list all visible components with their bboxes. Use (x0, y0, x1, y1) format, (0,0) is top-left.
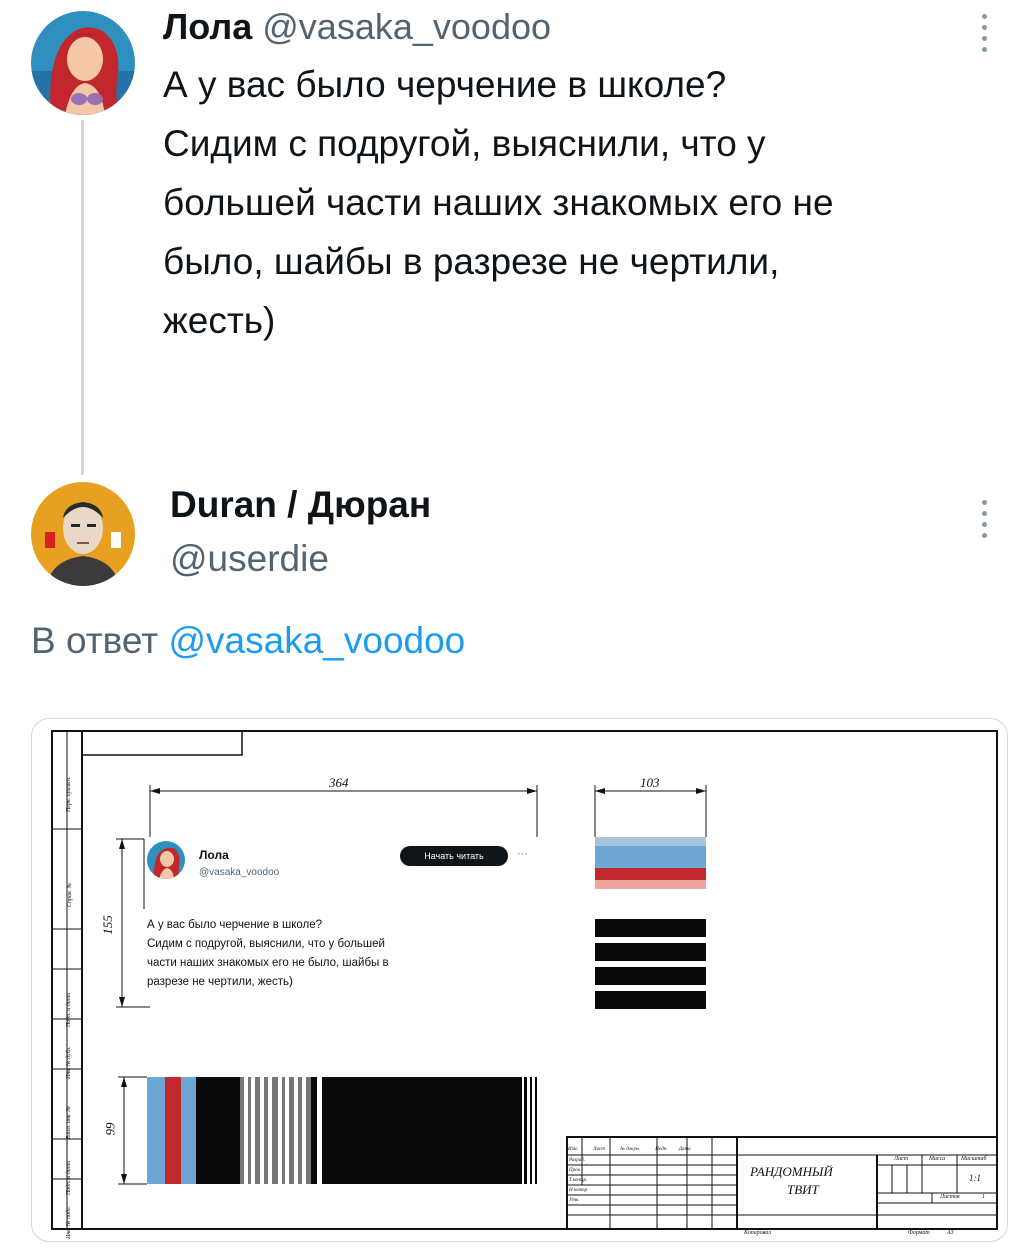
revision-row-labels: Изм. Лист № докум. Подп. Дата (568, 1147, 691, 1152)
tweet1-header: Лола @vasaka_voodoo (163, 4, 551, 50)
reply-to-line: В ответ @vasaka_voodoo (31, 620, 465, 662)
reply-mention-link[interactable]: @vasaka_voodoo (169, 620, 466, 661)
dimension-width-label: 364 (329, 775, 349, 790)
tweet1-line: жесть) (163, 300, 276, 341)
format-label: Формат (908, 1230, 930, 1236)
dimension-flag-width-label: 103 (640, 775, 660, 790)
mini-author-name: Лола (199, 848, 229, 862)
avatar-lola[interactable] (31, 11, 135, 115)
mini-avatar-lola (147, 841, 185, 879)
stamp-row: Т.контр. (569, 1178, 588, 1183)
stamp-row: Пров. (569, 1168, 582, 1173)
revision-label: № докум. (620, 1147, 640, 1152)
title-line2: ТВИТ (787, 1182, 819, 1197)
revision-label: Изм. (568, 1147, 578, 1152)
stamp-row: Разраб. (569, 1158, 586, 1163)
mini-line: разрезе не чертили, жесть) (147, 976, 293, 988)
stamp-row: Н.контр. (569, 1188, 589, 1193)
tweet2-author-handle[interactable]: @userdie (170, 538, 329, 580)
tweet1-author-name[interactable]: Лола (163, 6, 252, 47)
stamp-row: Утв. (569, 1198, 580, 1203)
sheets-label: Листов (940, 1194, 960, 1200)
tweet1-line: большей части наших знакомых его не (163, 182, 834, 223)
revision-label: Подп. (655, 1147, 668, 1152)
attached-image-drawing[interactable]: 364 155 103 99 Лола @vasaka_voodoo Начат… (31, 718, 1008, 1242)
tweet2-author-name[interactable]: Duran / Дюран (170, 484, 431, 526)
reply-prefix: В ответ (31, 620, 159, 661)
title-line1: РАНДОМНЫЙ (750, 1164, 833, 1179)
copied-label: Копировал (744, 1230, 771, 1236)
scale-label: Масштаб (961, 1156, 987, 1162)
avatar-duran[interactable] (31, 482, 135, 586)
scale-value: 1:1 (969, 1173, 981, 1183)
tweet1-line: Сидим с подругой, выяснили, что у (163, 123, 766, 164)
revision-label: Лист (593, 1147, 605, 1152)
format-value: А3 (947, 1230, 954, 1236)
mini-tweet-text: А у вас было черчение в школе? Сидим с п… (147, 916, 389, 992)
revision-label: Дата (678, 1147, 691, 1152)
sheets-value: 1 (982, 1194, 985, 1200)
tweet1-more-icon[interactable] (982, 14, 990, 58)
side-label: Справ. № (67, 882, 73, 907)
mini-line: А у вас было черчение в школе? (147, 919, 323, 931)
mini-follow-button: Начать читать (400, 846, 508, 866)
stamp-row-labels: Разраб. Пров. Т.контр. Н.контр. Утв. (569, 1156, 609, 1206)
side-label: Инв. № подл. (66, 1205, 72, 1239)
tweet1-line: А у вас было черчение в школе? (163, 64, 727, 105)
mini-line: части наших знакомых его не было, шайбы … (147, 957, 389, 969)
mini-author-handle: @vasaka_voodoo (199, 867, 280, 878)
mini-more-icon: ⋯ (517, 848, 528, 860)
sheet-label: Лист (894, 1156, 909, 1162)
side-label: Перв. примен. (66, 776, 72, 812)
tweet1-author-handle[interactable]: @vasaka_voodoo (262, 6, 551, 47)
thread-connector-line (81, 120, 84, 475)
dimension-bar-height-label: 99 (102, 1122, 118, 1136)
mass-label: Масса (929, 1156, 946, 1162)
dimension-height-label: 155 (99, 915, 115, 935)
mini-line: Сидим с подругой, выяснили, что у больше… (147, 938, 385, 950)
tweet1-line: было, шайбы в разрезе не чертили, (163, 241, 780, 282)
tweet2-more-icon[interactable] (982, 500, 990, 544)
tweet1-text: А у вас было черчение в школе? Сидим с п… (163, 55, 1003, 350)
